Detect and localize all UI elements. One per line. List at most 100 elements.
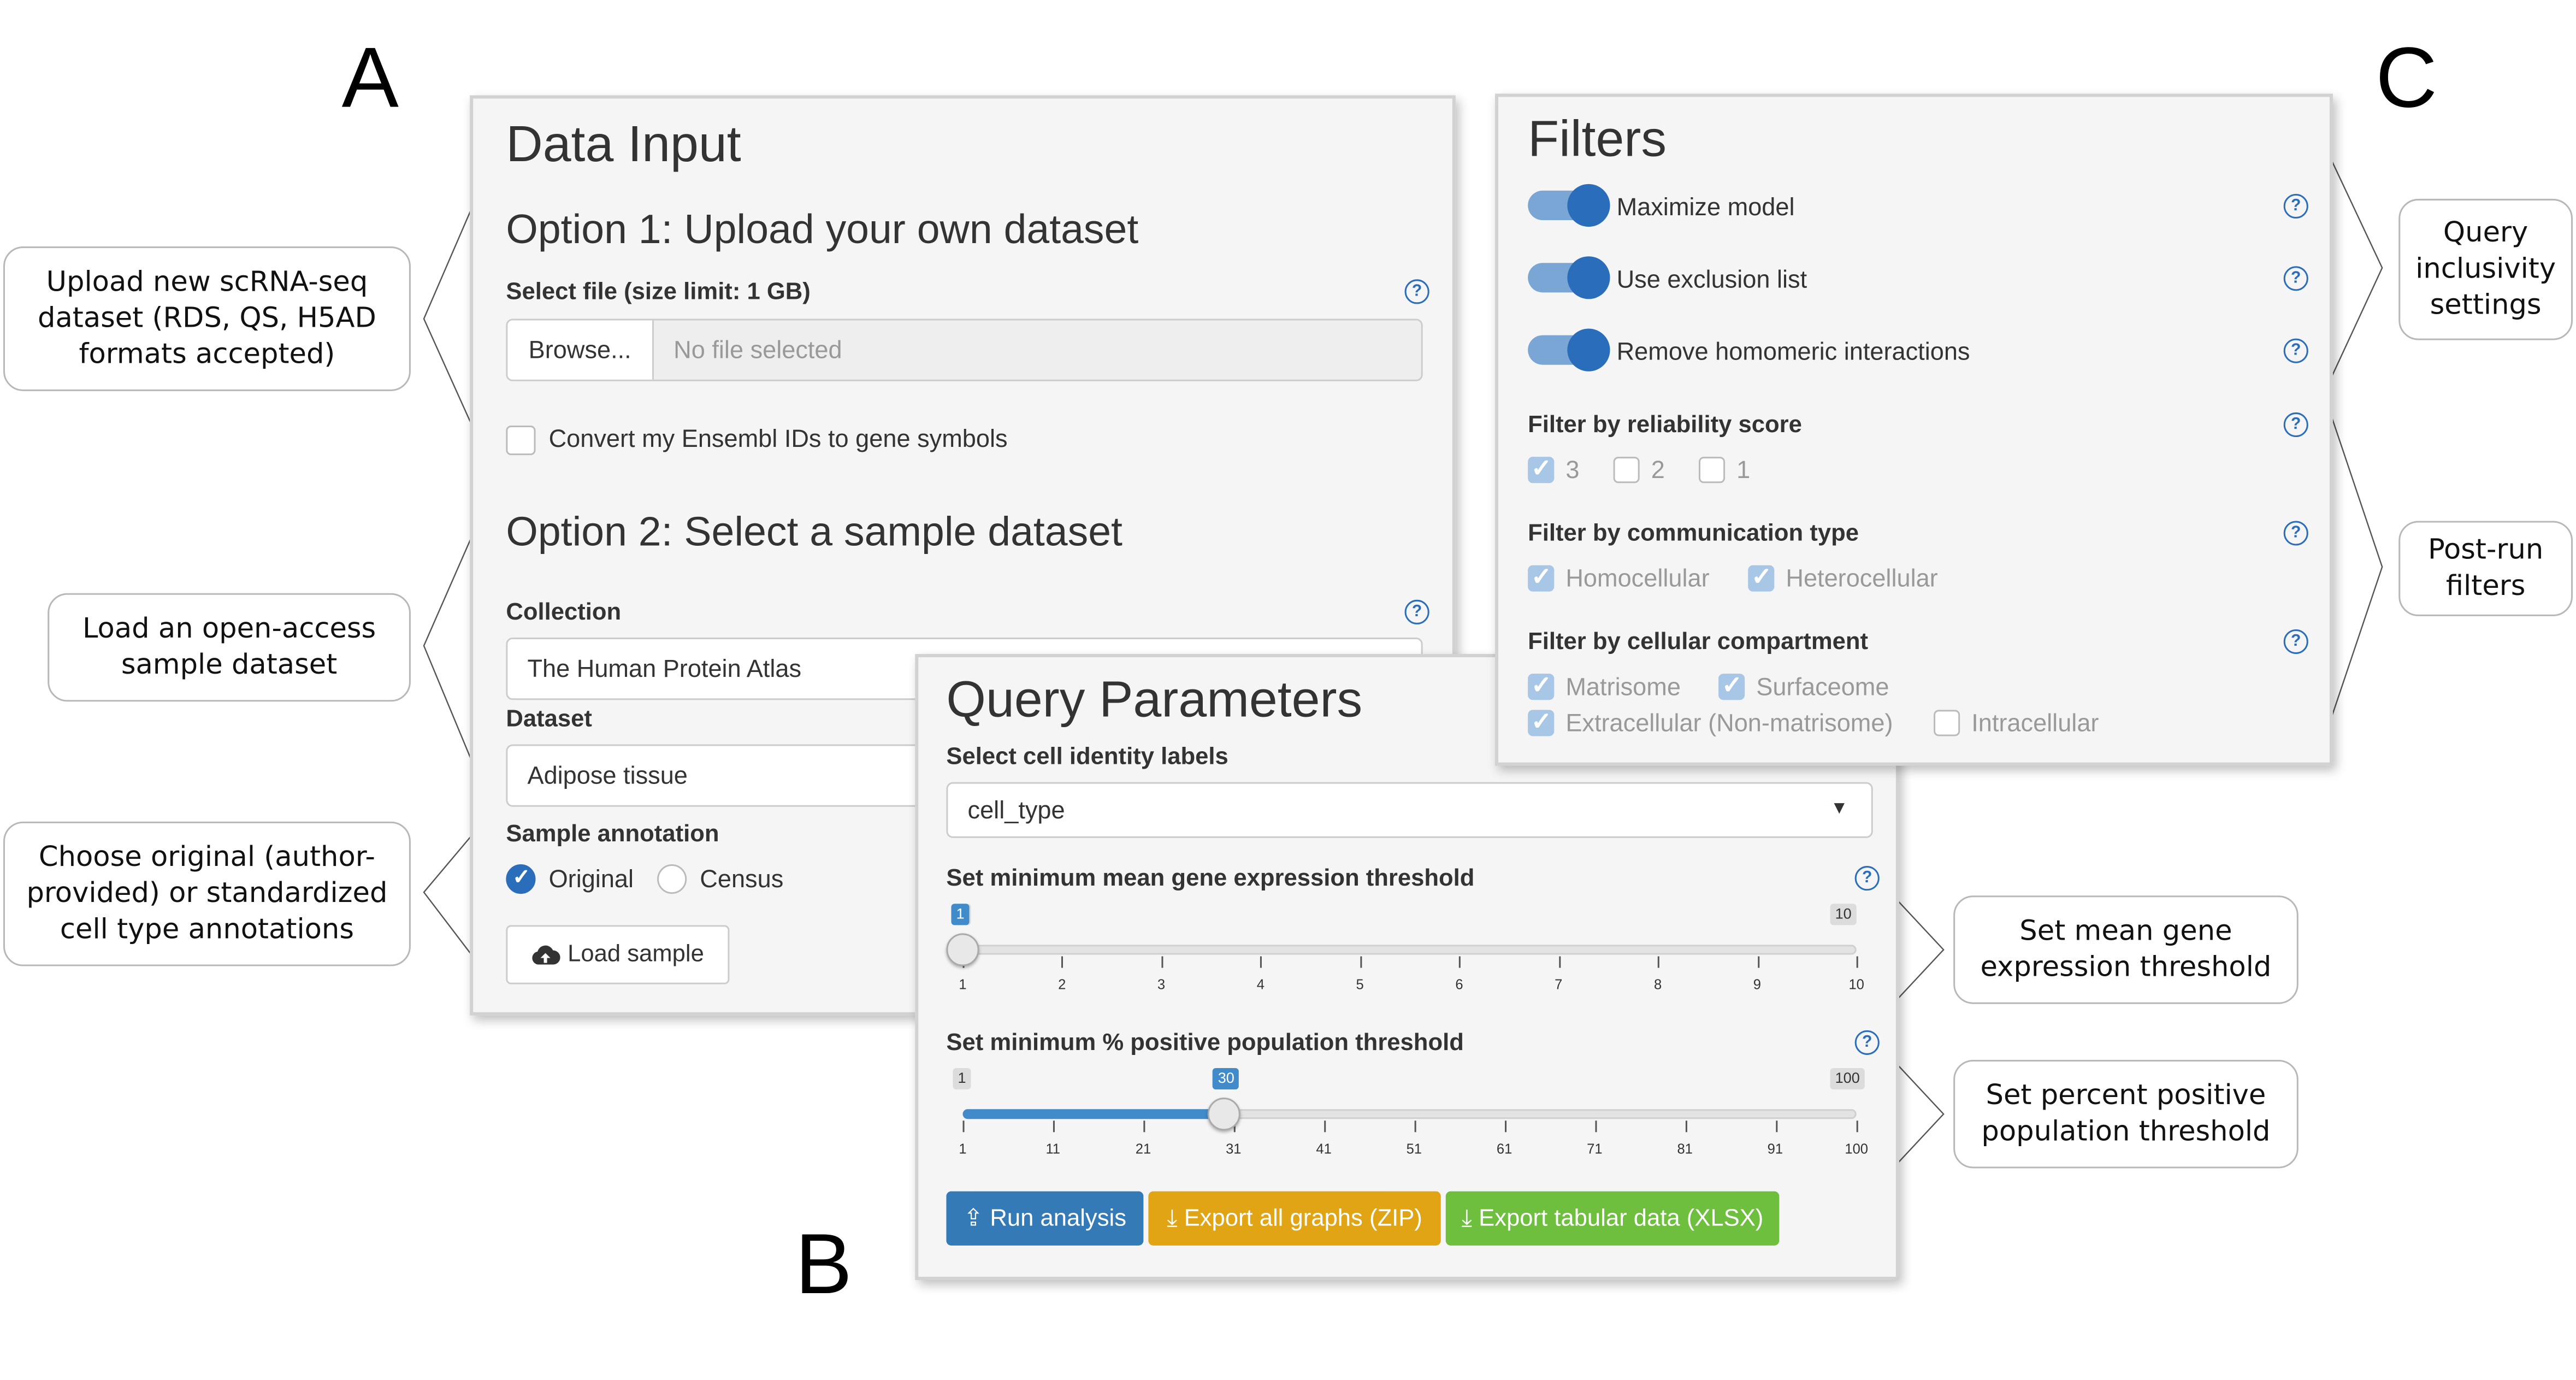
help-icon[interactable]: ? <box>2283 266 2308 291</box>
help-icon[interactable]: ? <box>1404 599 1429 624</box>
upload-icon: ⇪ <box>963 1205 984 1232</box>
help-icon[interactable]: ? <box>1854 866 1880 891</box>
callout-load-sample: Load an open-access sample dataset <box>48 593 411 702</box>
help-icon[interactable]: ? <box>2283 412 2308 438</box>
checkbox-homocellular[interactable] <box>1528 562 1555 592</box>
mean-slider-tick-label: 1 <box>959 976 967 993</box>
checkbox-extracellular[interactable] <box>1528 706 1555 736</box>
heterocellular-label: Heterocellular <box>1786 565 1938 593</box>
toggle-homomeric[interactable] <box>1528 328 1610 371</box>
connector-pct <box>1897 1064 1945 1164</box>
mean-slider-tick-label: 2 <box>1058 976 1066 993</box>
connector-postrun <box>2329 410 2383 723</box>
pct-slider-tick-label: 21 <box>1135 1140 1151 1157</box>
mean-expression-slider[interactable]: 110112345678910 <box>946 900 1872 999</box>
help-icon[interactable]: ? <box>2283 521 2308 546</box>
browse-button[interactable]: Browse... <box>507 320 654 380</box>
pct-slider-tick-label: 41 <box>1316 1140 1332 1157</box>
pct-slider-tick <box>1414 1120 1416 1133</box>
load-sample-button[interactable]: Load sample <box>506 925 730 984</box>
pct-slider-tick <box>1324 1120 1326 1133</box>
matrisome-label: Matrisome <box>1565 674 1681 702</box>
mean-slider-tick <box>1459 956 1461 968</box>
connector-sample <box>423 525 477 773</box>
pct-slider-handle[interactable] <box>1208 1098 1241 1131</box>
percent-threshold-label: Set minimum % positive population thresh… <box>946 1030 1464 1057</box>
pct-slider-tick-label: 100 <box>1845 1140 1869 1157</box>
file-input[interactable]: Browse... No file selected <box>506 319 1423 381</box>
mean-slider-tick <box>1062 956 1064 968</box>
cell-identity-select[interactable]: cell_type ▼ <box>946 782 1873 838</box>
select-file-label: Select file (size limit: 1 GB) <box>506 279 811 306</box>
checkbox-intracellular[interactable] <box>1934 710 1960 736</box>
checkbox-reliability-2[interactable] <box>1613 457 1640 483</box>
export-tabular-button[interactable]: ⤓ Export tabular data (XLSX) <box>1445 1191 1780 1246</box>
help-icon[interactable]: ? <box>2283 338 2308 363</box>
connector-annotation <box>423 829 477 962</box>
pct-slider-tick-label: 51 <box>1406 1140 1422 1157</box>
option2-title: Option 2: Select a sample dataset <box>506 509 1122 556</box>
reliability-1-label: 1 <box>1736 457 1751 485</box>
mean-slider-tick <box>1658 956 1660 968</box>
pct-slider-min-pill: 1 <box>953 1068 971 1090</box>
export-graphs-button[interactable]: ⤓ Export all graphs (ZIP) <box>1148 1191 1441 1246</box>
callout-percent-positive: Set percent positive population threshol… <box>1953 1059 2299 1169</box>
radio-original[interactable] <box>506 864 536 894</box>
pct-slider-tick-label: 31 <box>1226 1140 1242 1157</box>
mean-slider-tick <box>1856 956 1858 968</box>
help-icon[interactable]: ? <box>2283 629 2308 654</box>
pct-slider-tick <box>1143 1120 1145 1133</box>
reliability-2-label: 2 <box>1651 457 1665 485</box>
pct-slider-fill <box>962 1109 1225 1119</box>
cloud-upload-icon <box>533 945 562 965</box>
help-icon[interactable]: ? <box>1854 1030 1880 1055</box>
homocellular-label: Homocellular <box>1565 565 1710 593</box>
mean-slider-tick <box>1757 956 1759 968</box>
pct-slider-tick <box>1504 1120 1506 1133</box>
pct-slider-tick-label: 71 <box>1587 1140 1603 1157</box>
pct-slider-tick <box>1775 1120 1777 1133</box>
mean-slider-max-pill: 10 <box>1830 904 1857 925</box>
checkbox-matrisome[interactable] <box>1528 670 1555 700</box>
mean-slider-handle[interactable] <box>946 933 979 966</box>
mean-slider-tick <box>1558 956 1561 968</box>
callout-mean-gene: Set mean gene expression threshold <box>1953 895 2299 1004</box>
checkbox-heterocellular[interactable] <box>1748 562 1775 592</box>
data-input-title: Data Input <box>506 115 741 173</box>
help-icon[interactable]: ? <box>2283 193 2308 219</box>
download-icon: ⤓ <box>1461 1205 1473 1232</box>
mean-slider-tick-label: 8 <box>1653 976 1662 993</box>
percent-positive-slider[interactable]: 1 100 30 1 11 21 31 41 51 61 71 81 91 100 <box>946 1065 1872 1163</box>
file-placeholder: No file selected <box>654 320 1421 380</box>
filters-title: Filters <box>1528 110 1667 168</box>
mean-slider-tick-label: 6 <box>1455 976 1463 993</box>
checkbox-reliability-3[interactable] <box>1528 453 1555 483</box>
mean-slider-tick <box>1360 956 1362 968</box>
radio-census[interactable] <box>657 864 687 894</box>
sample-annotation-label: Sample annotation <box>506 821 719 848</box>
help-icon[interactable]: ? <box>1404 279 1429 304</box>
checkbox-reliability-1[interactable] <box>1698 457 1726 483</box>
download-icon: ⤓ <box>1167 1205 1178 1232</box>
mean-slider-tick-label: 10 <box>1848 976 1864 993</box>
mean-slider-tick-label: 3 <box>1157 976 1166 993</box>
toggle-exclusion-list[interactable] <box>1528 256 1610 299</box>
convert-ensembl-label: Convert my Ensembl IDs to gene symbols <box>548 425 1008 454</box>
radio-original-label: Original <box>548 866 634 894</box>
callout-query-inclusivity: Query inclusivity settings <box>2398 198 2573 340</box>
callout-annotation: Choose original (author-provided) or sta… <box>3 821 411 966</box>
pct-slider-max-pill: 100 <box>1830 1068 1865 1090</box>
toggle-maximize-model[interactable] <box>1528 184 1610 227</box>
run-analysis-button[interactable]: ⇪ Run analysis <box>946 1191 1144 1246</box>
mean-slider-track <box>962 945 1857 955</box>
checkbox-surfaceome[interactable] <box>1718 670 1745 700</box>
convert-ensembl-checkbox[interactable] <box>506 425 536 456</box>
toggle-homomeric-label: Remove homomeric interactions <box>1616 338 1970 367</box>
collection-label: Collection <box>506 599 622 626</box>
intracellular-label: Intracellular <box>1971 710 2099 738</box>
caret-down-icon: ▼ <box>1830 798 1848 818</box>
connector-upload <box>423 197 477 436</box>
mean-slider-tick <box>1260 956 1262 968</box>
filters-panel: Filters Maximize model ? Use exclusion l… <box>1495 93 2333 766</box>
pct-slider-tick-label: 1 <box>959 1140 967 1157</box>
